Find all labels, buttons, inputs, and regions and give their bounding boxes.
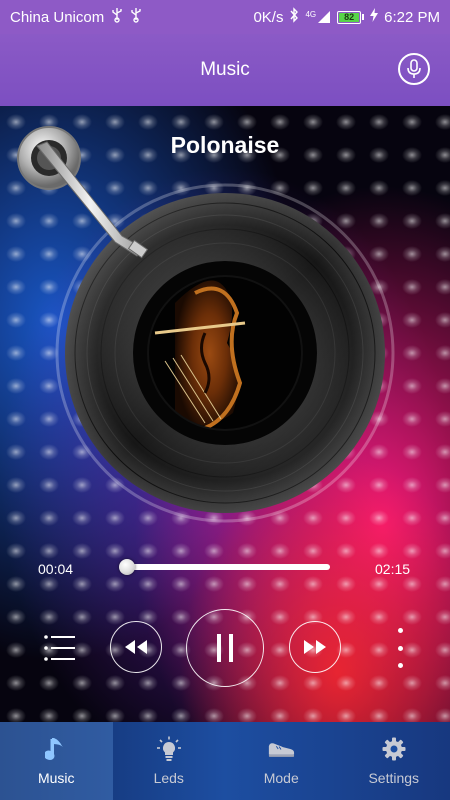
rewind-icon: [125, 640, 147, 654]
next-button[interactable]: [289, 621, 341, 673]
more-vertical-icon: [397, 628, 403, 633]
nav-item-music[interactable]: Music: [0, 722, 113, 800]
signal-icon: 4G: [305, 10, 331, 24]
playlist-button[interactable]: [44, 634, 76, 662]
bluetooth-icon: [289, 7, 299, 27]
app-header: Music: [0, 34, 450, 106]
usb-icon: [130, 7, 142, 27]
nav-label-leds: Leds: [153, 770, 184, 786]
fast-forward-icon: [304, 640, 326, 654]
battery-icon: 82: [337, 10, 365, 24]
microphone-icon: [407, 59, 421, 78]
music-note-icon: [42, 736, 70, 762]
nav-item-settings[interactable]: Settings: [338, 722, 450, 800]
microphone-button[interactable]: [398, 53, 430, 85]
more-options-button[interactable]: [392, 628, 408, 668]
gear-icon: [380, 736, 408, 762]
clock: 6:22 PM: [384, 8, 440, 26]
pause-button[interactable]: [186, 609, 264, 687]
carrier-name: China Unicom: [10, 8, 105, 26]
current-time: 00:04: [38, 561, 74, 577]
lightbulb-icon: [155, 736, 183, 762]
nav-label-music: Music: [37, 770, 75, 786]
tonearm: [17, 126, 149, 259]
usb-icon: [111, 7, 123, 27]
status-bar: China Unicom 0K/s 4G 82 6:22 PM: [0, 0, 450, 34]
status-right: 0K/s 4G 82 6:22 PM: [253, 7, 440, 27]
previous-button[interactable]: [110, 621, 162, 673]
playlist-icon: [44, 635, 75, 661]
progress-bar[interactable]: [119, 559, 330, 575]
status-left: China Unicom: [10, 7, 142, 27]
pause-icon: [217, 634, 233, 662]
bottom-navigation: Music Leds Mode Settings: [0, 722, 450, 800]
nav-item-mode[interactable]: Mode: [225, 722, 338, 800]
nav-item-leds[interactable]: Leds: [113, 722, 226, 800]
shoe-icon: [267, 736, 295, 762]
page-title: Music: [200, 59, 250, 80]
network-type: 4G: [305, 10, 317, 19]
nav-label-mode: Mode: [263, 770, 299, 786]
charging-icon: [370, 8, 379, 26]
player-stage: Polonaise 00:04 02:15: [0, 106, 450, 722]
total-time: 02:15: [375, 561, 411, 577]
network-speed: 0K/s: [253, 8, 284, 26]
nav-label-settings: Settings: [368, 770, 420, 786]
battery-level: 82: [339, 12, 360, 22]
